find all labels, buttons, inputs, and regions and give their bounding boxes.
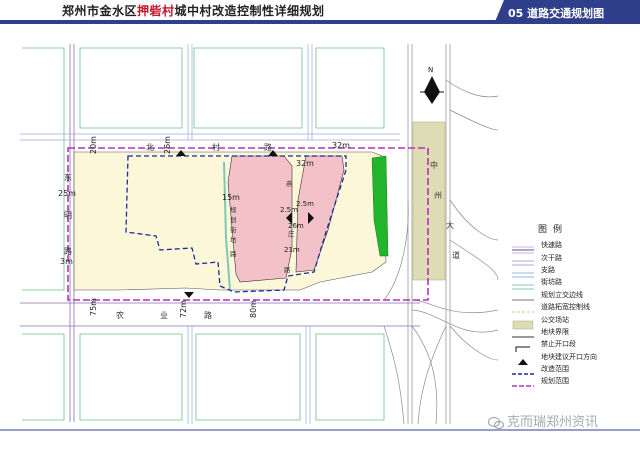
north-road-char-3: 路: [264, 142, 272, 152]
legend-item: 街坊路: [512, 276, 636, 290]
mid-road-char-1: 燕: [286, 179, 293, 188]
dim-26m-mid: 26m: [288, 222, 304, 230]
secondary-road-line-icon: [512, 253, 534, 266]
widening-control-line-icon: [512, 302, 534, 313]
east-road-char-4: 道: [452, 250, 460, 260]
legend-list: 快速路次干路支路街坊路规划立交边线 道路拓宽控制线 公交场站地块界限禁止开口段地块建…: [512, 239, 636, 388]
dim-15m: 15m: [222, 193, 240, 202]
dim-32m-mid: 32m: [296, 159, 314, 168]
legend-item: 规划范围: [512, 375, 636, 388]
legend: 图例 快速路次干路支路街坊路规划立交边线 道路拓宽控制线 公交场站地块界限禁止开口段…: [512, 222, 636, 388]
dim-25m: 25m: [58, 189, 76, 198]
legend-item-label: 公交场站: [541, 315, 569, 324]
plot-west-pink: [227, 155, 293, 283]
sheet-label: 05 道路交通规划图: [508, 7, 605, 20]
legend-title: 图例: [538, 225, 569, 235]
plot-boundary-line-icon: [512, 327, 534, 338]
legend-item-label: 改造范围: [541, 365, 569, 374]
bus-station-strip: [412, 121, 446, 281]
plan-street-char-5: 路: [230, 249, 237, 258]
west-road-char-3: 路: [64, 246, 72, 256]
legend-item-label: 规划范围: [541, 377, 569, 386]
dim-3m: 3m: [60, 257, 73, 266]
wechat-icon: [487, 416, 505, 430]
legend-item-label: 街坊路: [541, 278, 562, 287]
legend-item-label: 快速路: [541, 241, 562, 250]
dim-26m: 26m: [163, 136, 172, 154]
west-road-char-2: 明: [64, 211, 72, 220]
bus-station-fill-icon: [512, 315, 534, 329]
dim-80m: 80m: [249, 300, 258, 318]
legend-item-label: 地块界限: [541, 327, 569, 336]
title-prefix: 郑州市金水区: [62, 4, 138, 18]
no-opening-symbol-icon: [512, 339, 534, 353]
mid-road-char-2: 庄: [288, 229, 295, 238]
east-road-char-2: 州: [434, 191, 442, 200]
east-road-char-3: 大: [446, 220, 454, 230]
legend-item-label: 支路: [541, 265, 555, 274]
south-road-char-3: 路: [204, 310, 212, 320]
expressway-line-icon: [512, 240, 534, 254]
opening-direction-arrow-icon: [512, 352, 534, 365]
east-road-char-1: 中: [430, 160, 438, 170]
planning-boundary-dashed-icon: [512, 376, 534, 388]
legend-item-label: 规划立交边线: [541, 290, 583, 299]
legend-item: 地块建议开口方向: [512, 351, 636, 365]
legend-item-label: 地块建议开口方向: [541, 352, 597, 361]
south-road-char-2: 业: [160, 310, 168, 320]
south-road-char-1: 农: [116, 310, 124, 320]
watermark-text: 克而瑞郑州资讯: [507, 415, 599, 430]
mid-road-char-3: 路: [284, 265, 291, 274]
legend-item-label: 道路拓宽控制线: [541, 303, 590, 312]
title-village-name: 押砦村: [137, 4, 175, 18]
header-bar: 郑州市金水区押砦村城中村改造控制性详细规划 05 道路交通规划图: [0, 0, 640, 26]
north-road-char-2: 村: [212, 142, 220, 152]
plan-street-char-3: 街: [230, 225, 237, 234]
renovation-boundary-dashed-icon: [512, 364, 534, 375]
plan-street-char-4: 坊: [230, 235, 237, 244]
west-road-char-1: 东: [64, 172, 72, 182]
dim-21m: 21m: [284, 246, 300, 254]
block-road-line-icon: [512, 277, 534, 290]
page-title: 郑州市金水区押砦村城中村改造控制性详细规划: [62, 2, 325, 19]
dim-20m: 20m: [89, 136, 98, 154]
legend-item: 支路: [512, 264, 636, 278]
dim-32m-north: 32m: [332, 141, 350, 150]
plan-street-char-2: 划: [230, 215, 237, 224]
legend-item: 地块界限: [512, 326, 636, 338]
branch-road-line-icon: [512, 265, 534, 278]
legend-item: 道路拓宽控制线: [512, 301, 636, 313]
legend-item: 公交场站: [512, 313, 636, 329]
dim-2-5m-east: 2.5m: [296, 200, 314, 208]
legend-item: 改造范围: [512, 363, 636, 375]
legend-item: 快速路: [512, 239, 636, 254]
legend-item-label: 次干路: [541, 253, 562, 262]
north-label: N: [428, 66, 433, 74]
legend-item: 次干路: [512, 251, 636, 266]
north-road-char-1: 北: [146, 143, 154, 152]
legend-item: 规划立交边线: [512, 289, 636, 301]
dim-72m: 72m: [179, 300, 188, 318]
legend-item-label: 禁止开口段: [541, 340, 576, 349]
legend-item: 禁止开口段: [512, 338, 636, 353]
interchange-edge-line-icon: [512, 290, 534, 301]
title-suffix: 城中村改造控制性详细规划: [174, 4, 325, 18]
dim-75m: 75m: [89, 298, 98, 316]
watermark: 克而瑞郑州资讯: [487, 411, 599, 430]
plan-street-char-1: 规: [230, 205, 237, 214]
